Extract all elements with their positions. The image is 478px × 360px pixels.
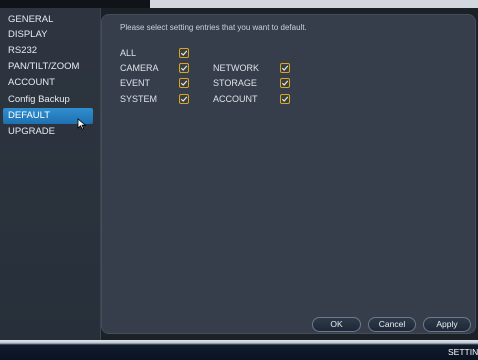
checkbox-camera[interactable] xyxy=(179,63,189,73)
checkmark-icon xyxy=(281,96,289,102)
bottom-bar xyxy=(0,340,478,360)
sidebar-item-general[interactable]: GENERAL xyxy=(3,12,93,28)
cancel-button[interactable]: Cancel xyxy=(368,317,416,332)
checkbox-system[interactable] xyxy=(179,94,189,104)
checkmark-icon xyxy=(281,65,289,71)
instruction-text: Please select setting entries that you w… xyxy=(120,23,307,32)
checkmark-icon xyxy=(281,80,289,86)
top-strip xyxy=(0,0,478,8)
mouse-cursor-icon xyxy=(77,118,87,130)
checkbox-network[interactable] xyxy=(280,63,290,73)
checkbox-account[interactable] xyxy=(280,94,290,104)
sidebar-item-account[interactable]: ACCOUNT xyxy=(3,75,93,91)
option-label-event: EVENT xyxy=(120,78,151,88)
checkbox-event[interactable] xyxy=(179,78,189,88)
option-label-storage: STORAGE xyxy=(213,78,257,88)
checkmark-icon xyxy=(180,80,188,86)
checkmark-icon xyxy=(180,96,188,102)
checkbox-storage[interactable] xyxy=(280,78,290,88)
settings-sidebar: GENERAL DISPLAY RS232 PAN/TILT/ZOOM ACCO… xyxy=(0,8,101,340)
sidebar-item-pan-tilt-zoom[interactable]: PAN/TILT/ZOOM xyxy=(3,59,93,75)
top-strip-highlight xyxy=(150,0,478,8)
bottom-bar-label: SETTIN xyxy=(448,347,478,357)
checkbox-all[interactable] xyxy=(179,48,189,58)
option-label-camera: CAMERA xyxy=(120,63,159,73)
option-label-network: NETWORK xyxy=(213,63,259,73)
sidebar-item-config-backup[interactable]: Config Backup xyxy=(3,92,93,108)
apply-button[interactable]: Apply xyxy=(423,317,471,332)
checkmark-icon xyxy=(180,50,188,56)
option-label-system: SYSTEM xyxy=(120,94,158,104)
checkmark-icon xyxy=(180,65,188,71)
default-settings-panel: Please select setting entries that you w… xyxy=(101,14,476,334)
sidebar-item-rs232[interactable]: RS232 xyxy=(3,43,93,59)
option-label-all: ALL xyxy=(120,48,137,58)
ok-button[interactable]: OK xyxy=(312,317,361,332)
option-label-account: ACCOUNT xyxy=(213,94,258,104)
sidebar-item-display[interactable]: DISPLAY xyxy=(3,27,93,43)
